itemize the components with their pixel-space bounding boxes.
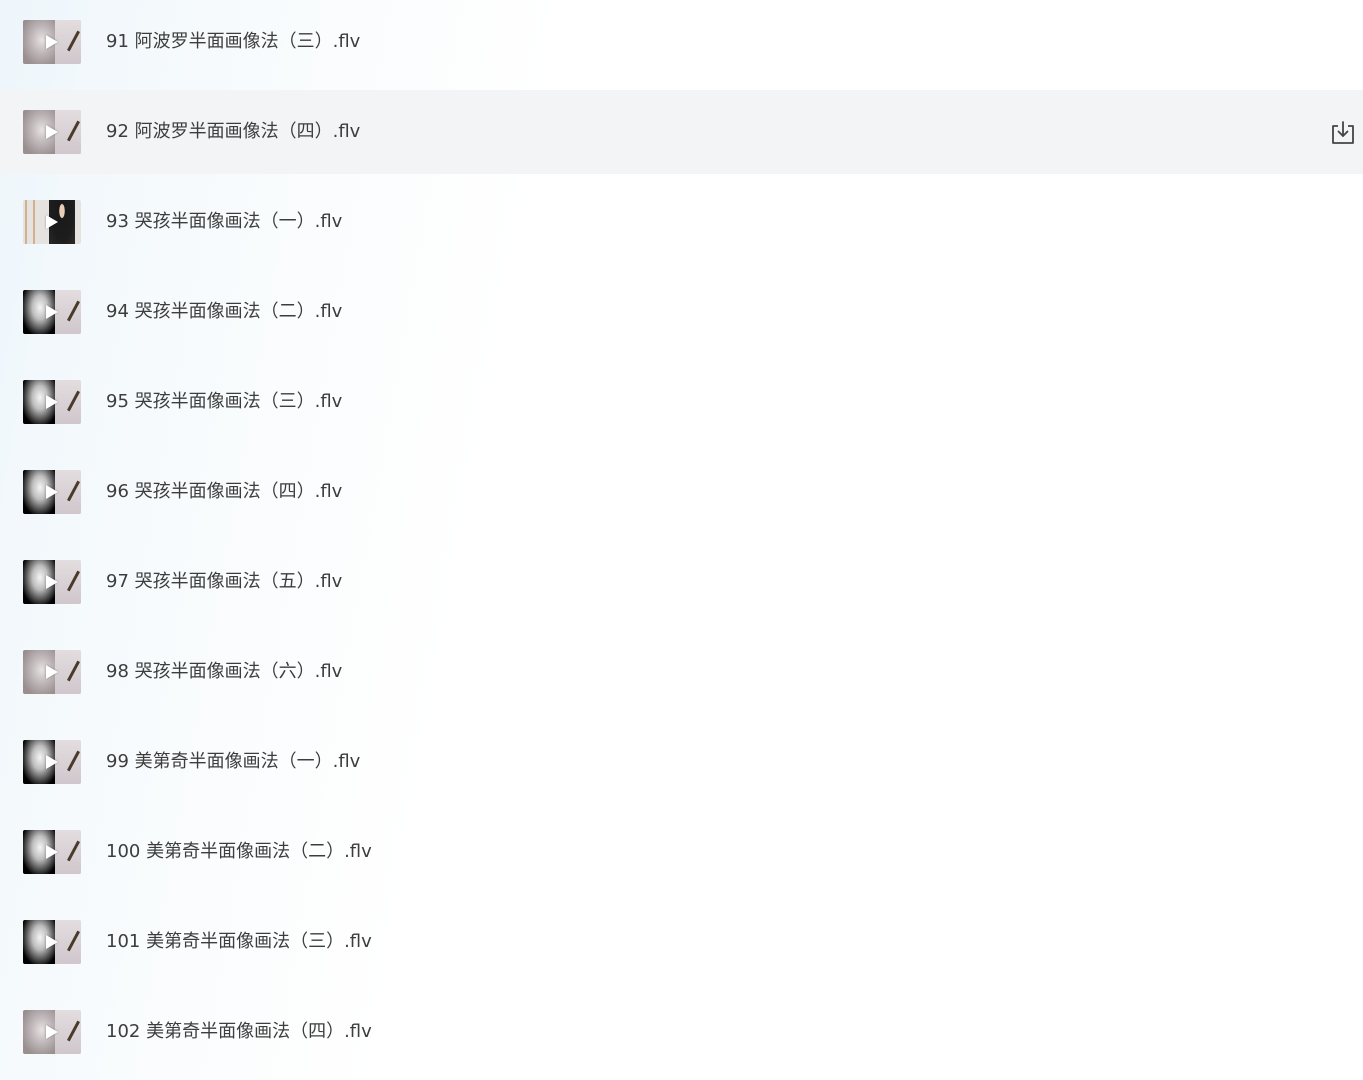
video-thumbnail[interactable] bbox=[23, 20, 81, 64]
file-row[interactable]: 101 美第奇半面像画法（三）.flv bbox=[0, 900, 1363, 984]
file-name[interactable]: 92 阿波罗半面画像法（四）.flv bbox=[106, 90, 360, 174]
video-thumbnail[interactable] bbox=[23, 650, 81, 694]
file-name[interactable]: 94 哭孩半面像画法（二）.flv bbox=[106, 270, 342, 354]
file-row[interactable]: 97 哭孩半面像画法（五）.flv bbox=[0, 540, 1363, 624]
video-thumbnail[interactable] bbox=[23, 560, 81, 604]
download-icon[interactable] bbox=[1330, 120, 1356, 146]
file-name[interactable]: 96 哭孩半面像画法（四）.flv bbox=[106, 450, 342, 534]
play-icon bbox=[46, 395, 58, 409]
file-name[interactable]: 98 哭孩半面像画法（六）.flv bbox=[106, 630, 342, 714]
video-thumbnail[interactable] bbox=[23, 200, 81, 244]
play-icon bbox=[46, 665, 58, 679]
video-thumbnail[interactable] bbox=[23, 110, 81, 154]
play-icon bbox=[46, 1025, 58, 1039]
file-row[interactable]: 91 阿波罗半面画像法（三）.flv bbox=[0, 0, 1363, 84]
file-row[interactable]: 92 阿波罗半面画像法（四）.flv bbox=[0, 90, 1363, 174]
play-icon bbox=[46, 215, 58, 229]
file-name[interactable]: 95 哭孩半面像画法（三）.flv bbox=[106, 360, 342, 444]
play-icon bbox=[46, 935, 58, 949]
video-thumbnail[interactable] bbox=[23, 290, 81, 334]
play-icon bbox=[46, 755, 58, 769]
file-row[interactable]: 100 美第奇半面像画法（二）.flv bbox=[0, 810, 1363, 894]
file-name[interactable]: 97 哭孩半面像画法（五）.flv bbox=[106, 540, 342, 624]
video-thumbnail[interactable] bbox=[23, 1010, 81, 1054]
file-name[interactable]: 99 美第奇半面像画法（一）.flv bbox=[106, 720, 360, 804]
file-name[interactable]: 100 美第奇半面像画法（二）.flv bbox=[106, 810, 372, 894]
file-row[interactable]: 95 哭孩半面像画法（三）.flv bbox=[0, 360, 1363, 444]
video-thumbnail[interactable] bbox=[23, 830, 81, 874]
file-row[interactable]: 102 美第奇半面像画法（四）.flv bbox=[0, 990, 1363, 1074]
play-icon bbox=[46, 485, 58, 499]
file-name[interactable]: 91 阿波罗半面画像法（三）.flv bbox=[106, 0, 360, 84]
file-list: 91 阿波罗半面画像法（三）.flv 92 阿波罗半面画像法（四）.flv 93… bbox=[0, 0, 1363, 1080]
play-icon bbox=[46, 305, 58, 319]
video-thumbnail[interactable] bbox=[23, 920, 81, 964]
play-icon bbox=[46, 35, 58, 49]
play-icon bbox=[46, 125, 58, 139]
video-thumbnail[interactable] bbox=[23, 470, 81, 514]
video-thumbnail[interactable] bbox=[23, 740, 81, 784]
file-name[interactable]: 101 美第奇半面像画法（三）.flv bbox=[106, 900, 372, 984]
video-thumbnail[interactable] bbox=[23, 380, 81, 424]
play-icon bbox=[46, 575, 58, 589]
file-row[interactable]: 93 哭孩半面像画法（一）.flv bbox=[0, 180, 1363, 264]
play-icon bbox=[46, 845, 58, 859]
file-row[interactable]: 99 美第奇半面像画法（一）.flv bbox=[0, 720, 1363, 804]
file-row[interactable]: 96 哭孩半面像画法（四）.flv bbox=[0, 450, 1363, 534]
file-name[interactable]: 93 哭孩半面像画法（一）.flv bbox=[106, 180, 342, 264]
file-row[interactable]: 98 哭孩半面像画法（六）.flv bbox=[0, 630, 1363, 714]
file-name[interactable]: 102 美第奇半面像画法（四）.flv bbox=[106, 990, 372, 1074]
file-row[interactable]: 94 哭孩半面像画法（二）.flv bbox=[0, 270, 1363, 354]
